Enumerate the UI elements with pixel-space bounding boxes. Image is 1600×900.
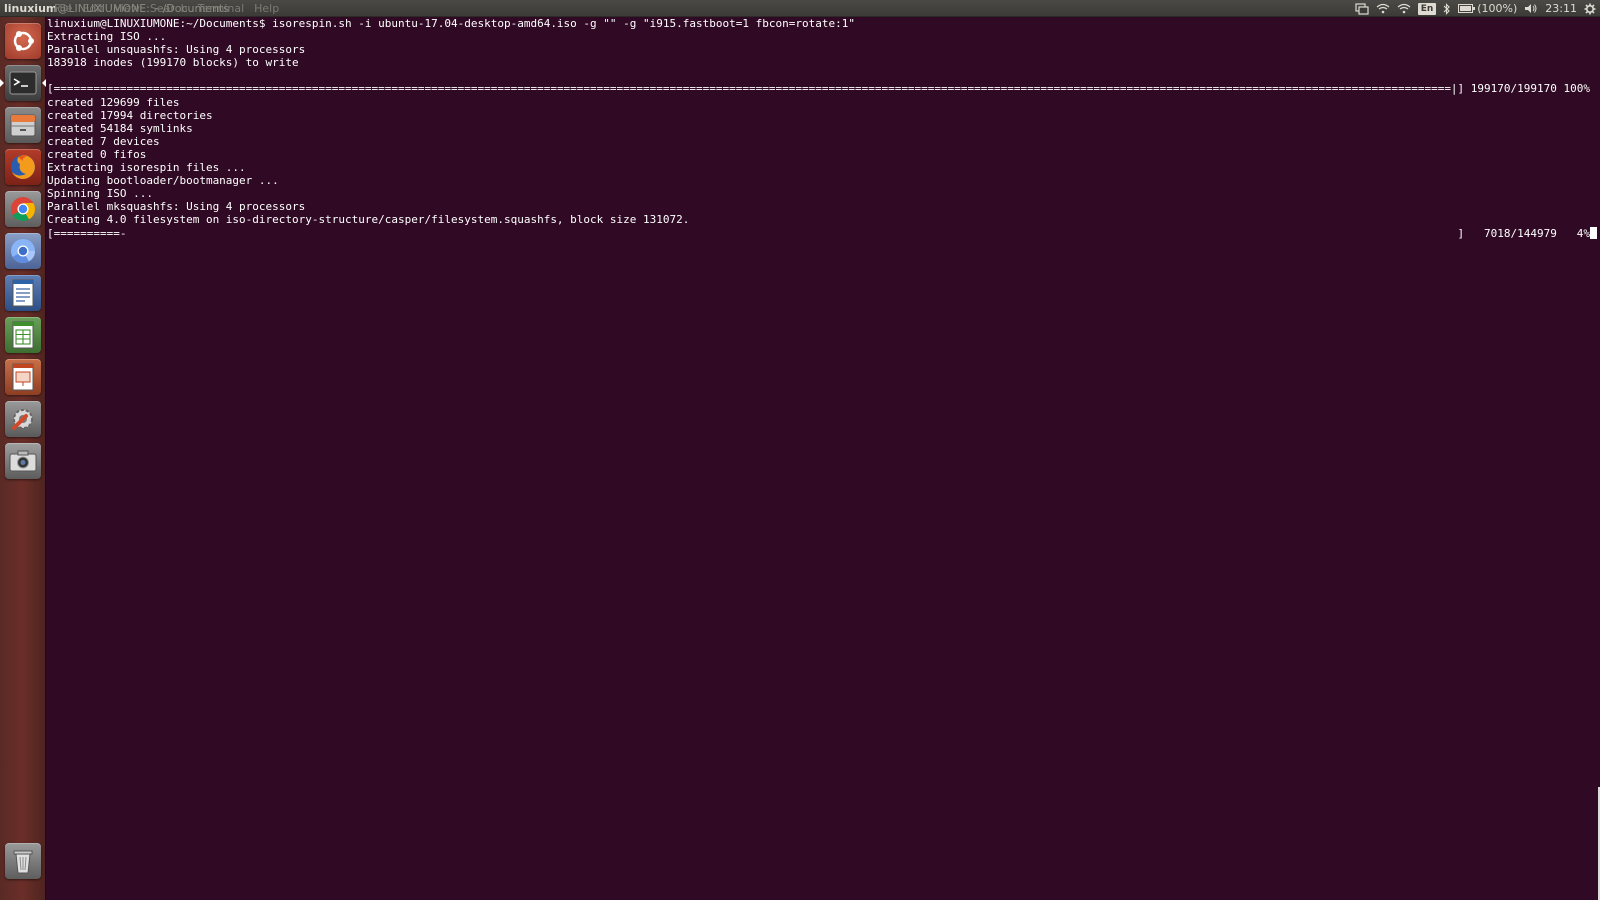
progress-status: ] 7018/144979 4%: [1457, 226, 1590, 240]
writer-launcher-button[interactable]: [5, 275, 41, 311]
command-line: linuxium@LINUXIUMONE:~/Documents$ isores…: [47, 17, 855, 30]
firefox-launcher-button[interactable]: [5, 149, 41, 185]
mksquashfs-progress-bar: [==========- ] 7018/144979 4%: [47, 226, 1600, 240]
chrome-icon: [11, 197, 36, 222]
menu-view[interactable]: View: [114, 2, 140, 15]
terminal-icon: [9, 71, 37, 95]
impress-presentation-icon: [12, 363, 34, 391]
progress-open-bracket: [: [47, 82, 54, 96]
output-line: Parallel mksquashfs: Using 4 processors: [47, 200, 306, 214]
calc-launcher-button[interactable]: [5, 317, 41, 353]
files-launcher-button[interactable]: [5, 107, 41, 143]
menu-search[interactable]: Search: [150, 2, 188, 15]
unsquashfs-progress-bar: [=======================================…: [47, 82, 1600, 95]
battery-icon: [1458, 4, 1476, 13]
output-line: Extracting ISO ...: [47, 30, 167, 44]
wifi-icon[interactable]: [1376, 3, 1390, 14]
chrome-launcher-button[interactable]: [5, 191, 41, 227]
launcher: [0, 17, 46, 900]
network-manager-icon[interactable]: [1355, 2, 1369, 15]
menu-terminal[interactable]: Terminal: [198, 2, 245, 15]
menu-edit[interactable]: Edit: [82, 2, 103, 15]
system-settings-launcher-button[interactable]: [5, 401, 41, 437]
trash-icon: [13, 850, 33, 874]
progress-status: |] 199170/199170 100%: [1450, 82, 1590, 96]
volume-icon[interactable]: [1524, 3, 1538, 14]
window-title-user: linuxium: [4, 2, 58, 15]
battery-indicator[interactable]: (100%): [1458, 0, 1517, 17]
output-line: 183918 inodes (199170 blocks) to write: [47, 56, 299, 70]
firefox-icon: [11, 155, 35, 179]
indicator-area: En (100%) 23:11: [1355, 0, 1596, 17]
impress-launcher-button[interactable]: [5, 359, 41, 395]
chromium-launcher-button[interactable]: [5, 233, 41, 269]
menu-help[interactable]: Help: [254, 2, 279, 15]
chromium-icon: [11, 239, 36, 264]
gear-icon[interactable]: [1584, 3, 1596, 15]
progress-fill: ========================================…: [53, 82, 1451, 96]
output-line: Parallel unsquashfs: Using 4 processors: [47, 43, 306, 57]
calc-spreadsheet-icon: [12, 321, 34, 349]
trash-launcher-button[interactable]: [5, 843, 41, 879]
terminal-output[interactable]: linuxium@LINUXIUMONE:~/Documents$ isores…: [47, 17, 1600, 900]
top-panel: linuxium@LINUXIUMONE: ~/Documents File Ed…: [0, 0, 1600, 17]
clock[interactable]: 23:11: [1545, 0, 1577, 17]
output-line: created 0 fifos: [47, 147, 147, 161]
screenshot-launcher-button[interactable]: [5, 443, 41, 479]
writer-document-icon: [12, 279, 34, 307]
output-line: created 7 devices: [47, 134, 160, 148]
output-line: Updating bootloader/bootmanager ...: [47, 174, 279, 188]
output-line: created 54184 symlinks: [47, 121, 193, 135]
output-line: Creating 4.0 filesystem on iso-directory…: [47, 213, 690, 227]
dash-home-button[interactable]: [5, 23, 41, 59]
output-line: created 129699 files: [47, 95, 180, 109]
progress-fill: [==========-: [47, 226, 127, 240]
output-line: Extracting isorespin files ...: [47, 161, 246, 175]
file-cabinet-icon: [10, 114, 36, 137]
ubuntu-logo-icon: [13, 31, 34, 51]
battery-percentage: (100%): [1477, 2, 1518, 15]
bluetooth-icon[interactable]: [1443, 2, 1451, 15]
text-cursor: [1590, 226, 1597, 239]
camera-icon: [9, 450, 37, 472]
menu-file[interactable]: File: [54, 2, 72, 15]
output-line: Spinning ISO ...: [47, 187, 153, 201]
output-line: created 17994 directories: [47, 108, 213, 122]
keyboard-layout-indicator[interactable]: En: [1417, 2, 1437, 15]
terminal-launcher-button[interactable]: [5, 65, 41, 101]
wifi-secondary-icon[interactable]: [1397, 3, 1411, 14]
settings-wrench-icon: [12, 409, 33, 430]
menu-bar: File Edit View Search Terminal Help: [54, 0, 289, 17]
